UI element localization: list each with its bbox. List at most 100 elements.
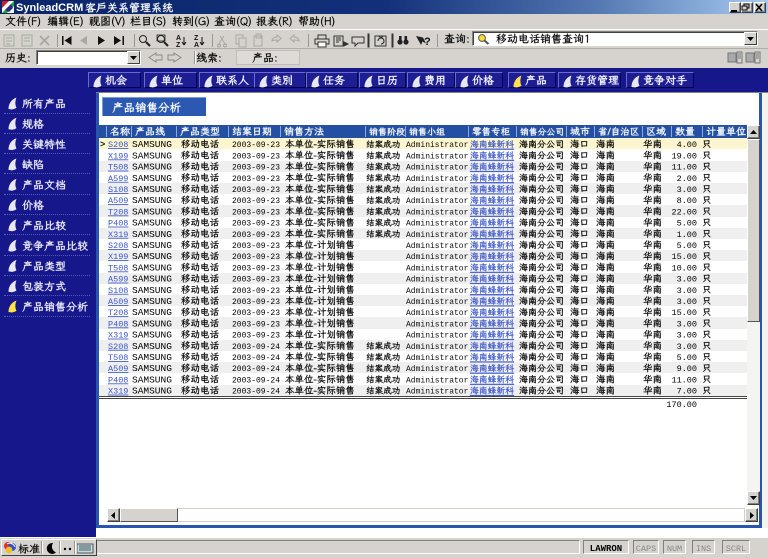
svg-text:2003-09-23: 2003-09-23 <box>232 152 280 161</box>
svg-text:Administrator: Administrator <box>406 332 469 341</box>
svg-text:A509: A509 <box>108 196 128 206</box>
svg-text:CAPS: CAPS <box>636 544 656 554</box>
svg-text:5.00: 5.00 <box>677 353 697 363</box>
svg-text:X319: X319 <box>108 387 128 397</box>
svg-text:22.00: 22.00 <box>671 207 697 217</box>
svg-text:SAMSUNG: SAMSUNG <box>132 184 172 195</box>
svg-text:X199: X199 <box>108 252 128 262</box>
svg-text:Administrator: Administrator <box>406 220 469 229</box>
svg-text:SAMSUNG: SAMSUNG <box>132 262 172 273</box>
svg-text:5.00: 5.00 <box>677 219 697 229</box>
svg-text:Administrator: Administrator <box>406 197 469 206</box>
svg-text:Administrator: Administrator <box>406 242 469 251</box>
svg-text:2.00: 2.00 <box>677 174 697 184</box>
svg-text:4.00: 4.00 <box>677 140 697 150</box>
svg-text:15.00: 15.00 <box>671 308 697 318</box>
svg-text:2003-09-23: 2003-09-23 <box>232 309 280 318</box>
svg-text:2003-09-24: 2003-09-24 <box>232 376 280 385</box>
svg-text:T508: T508 <box>108 263 128 273</box>
svg-text:T208: T208 <box>108 308 128 318</box>
svg-text:SAMSUNG: SAMSUNG <box>132 307 172 318</box>
svg-text:2003-09-23: 2003-09-23 <box>232 220 280 229</box>
svg-text:S108: S108 <box>108 286 128 296</box>
svg-text:2003-09-24: 2003-09-24 <box>232 365 280 374</box>
svg-text:X319: X319 <box>108 230 128 240</box>
svg-text:2003-09-23: 2003-09-23 <box>232 298 280 307</box>
svg-text:Administrator: Administrator <box>406 164 469 173</box>
svg-text:Administrator: Administrator <box>406 365 469 374</box>
svg-text:T208: T208 <box>108 207 128 217</box>
svg-text:3.00: 3.00 <box>677 286 697 296</box>
svg-text:3.00: 3.00 <box>677 342 697 352</box>
svg-text:INS: INS <box>696 544 711 554</box>
svg-text:SCRL: SCRL <box>726 544 746 554</box>
svg-text:SAMSUNG: SAMSUNG <box>132 150 172 161</box>
svg-text:9.00: 9.00 <box>677 364 697 374</box>
svg-text:2003-09-23: 2003-09-23 <box>232 287 280 296</box>
svg-text:SAMSUNG: SAMSUNG <box>132 274 172 285</box>
svg-text:Administrator: Administrator <box>406 186 469 195</box>
svg-text:Administrator: Administrator <box>406 208 469 217</box>
svg-text:2003-09-23: 2003-09-23 <box>232 164 280 173</box>
svg-text:Administrator: Administrator <box>406 376 469 385</box>
svg-text:A599: A599 <box>108 275 128 285</box>
svg-text:2003-09-23: 2003-09-23 <box>232 276 280 285</box>
svg-text:X199: X199 <box>108 151 128 161</box>
svg-text:SAMSUNG: SAMSUNG <box>132 352 172 363</box>
svg-text:2003-09-24: 2003-09-24 <box>232 343 280 352</box>
svg-text:170.00: 170.00 <box>666 400 697 410</box>
svg-text:Administrator: Administrator <box>406 343 469 352</box>
svg-text:X319: X319 <box>108 331 128 341</box>
svg-text:SAMSUNG: SAMSUNG <box>132 218 172 229</box>
svg-text:2003-09-23: 2003-09-23 <box>232 231 280 240</box>
svg-text:3.00: 3.00 <box>677 185 697 195</box>
svg-text:S208: S208 <box>108 342 128 352</box>
svg-text:11.00: 11.00 <box>671 163 697 173</box>
svg-text:P408: P408 <box>108 375 128 385</box>
svg-text:SAMSUNG: SAMSUNG <box>132 251 172 262</box>
svg-text:T508: T508 <box>108 353 128 363</box>
svg-text:P408: P408 <box>108 319 128 329</box>
svg-text:SAMSUNG: SAMSUNG <box>132 363 172 374</box>
svg-text:S108: S108 <box>108 185 128 195</box>
svg-text:2003-09-23: 2003-09-23 <box>232 186 280 195</box>
svg-text:Administrator: Administrator <box>406 152 469 161</box>
svg-text:NUM: NUM <box>667 544 682 554</box>
svg-text:SAMSUNG: SAMSUNG <box>132 206 172 217</box>
svg-text:5.00: 5.00 <box>677 241 697 251</box>
svg-text:SAMSUNG: SAMSUNG <box>132 240 172 251</box>
svg-text:LAWRON: LAWRON <box>590 544 622 554</box>
svg-text:SAMSUNG: SAMSUNG <box>132 330 172 341</box>
svg-text:2003-09-23: 2003-09-23 <box>232 253 280 262</box>
svg-text:2003-09-23: 2003-09-23 <box>232 175 280 184</box>
svg-text:P408: P408 <box>108 219 128 229</box>
svg-text:S208: S208 <box>108 140 128 150</box>
svg-text:SAMSUNG: SAMSUNG <box>132 229 172 240</box>
svg-text:SAMSUNG: SAMSUNG <box>132 195 172 206</box>
svg-text:1.00: 1.00 <box>677 230 697 240</box>
svg-text:Administrator: Administrator <box>406 298 469 307</box>
svg-text:8.00: 8.00 <box>677 196 697 206</box>
svg-text:SAMSUNG: SAMSUNG <box>132 285 172 296</box>
svg-text:2003-09-23: 2003-09-23 <box>232 332 280 341</box>
svg-text:15.00: 15.00 <box>671 252 697 262</box>
svg-text:2003-09-24: 2003-09-24 <box>232 354 280 363</box>
svg-text:Administrator: Administrator <box>406 264 469 273</box>
svg-text:Administrator: Administrator <box>406 309 469 318</box>
svg-text:10.00: 10.00 <box>671 263 697 273</box>
svg-text:>: > <box>100 139 105 149</box>
svg-text:SAMSUNG: SAMSUNG <box>132 139 172 150</box>
svg-text:Administrator: Administrator <box>406 276 469 285</box>
svg-text:A509: A509 <box>108 364 128 374</box>
svg-text:S208: S208 <box>108 241 128 251</box>
svg-text:Administrator: Administrator <box>406 388 469 397</box>
svg-text:2003-09-23: 2003-09-23 <box>232 242 280 251</box>
svg-text:SAMSUNG: SAMSUNG <box>132 318 172 329</box>
svg-text:SAMSUNG: SAMSUNG <box>132 173 172 184</box>
svg-text:2003-09-24: 2003-09-24 <box>232 388 280 397</box>
svg-text:Administrator: Administrator <box>406 175 469 184</box>
svg-text:7.00: 7.00 <box>677 387 697 397</box>
svg-text:SAMSUNG: SAMSUNG <box>132 162 172 173</box>
svg-text:Administrator: Administrator <box>406 231 469 240</box>
svg-text:19.00: 19.00 <box>671 151 697 161</box>
